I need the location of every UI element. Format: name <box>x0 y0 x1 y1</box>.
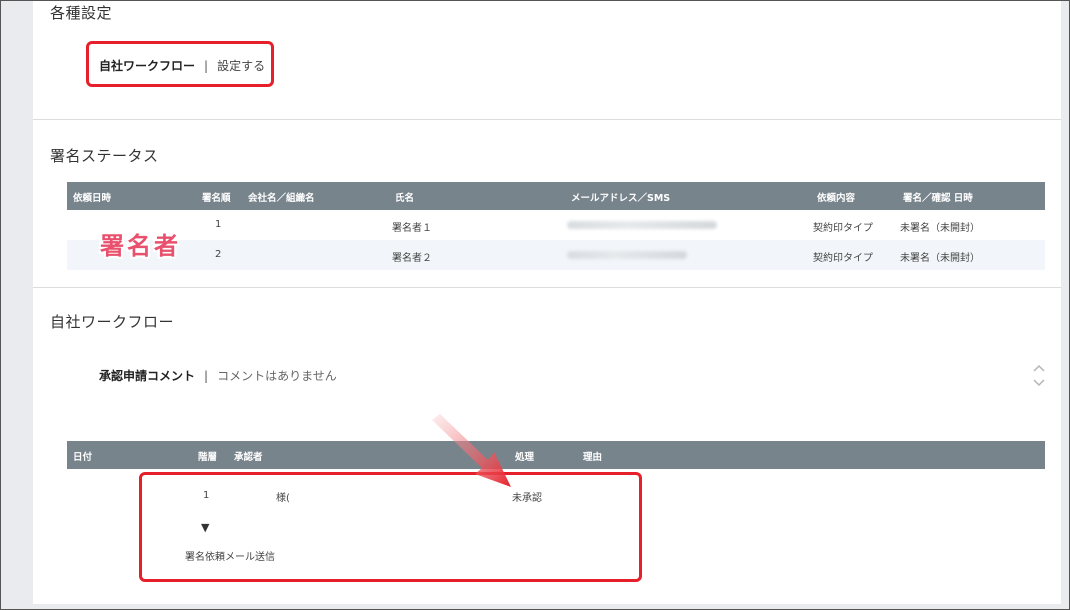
pointer-arrow-icon <box>432 414 511 487</box>
